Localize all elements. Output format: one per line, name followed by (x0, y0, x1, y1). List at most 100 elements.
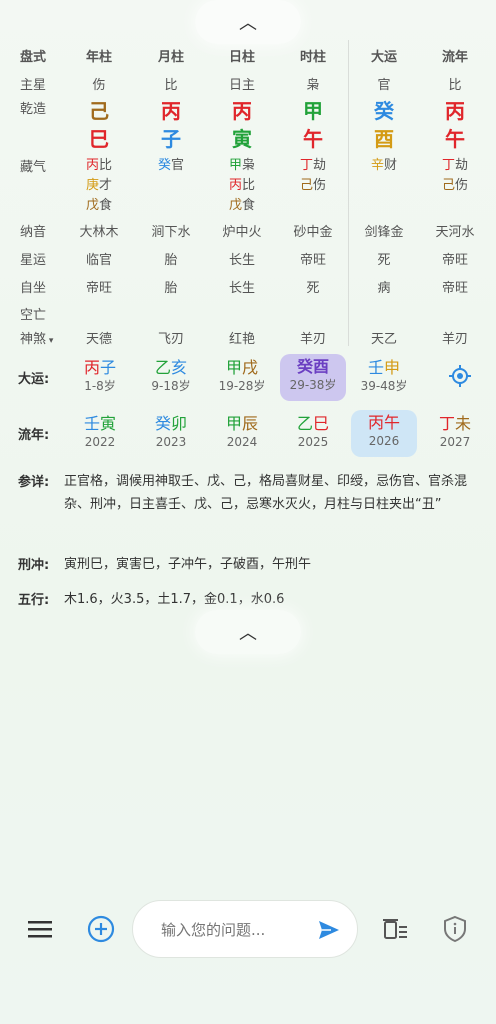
zizuo-year: 帝旺 (85, 281, 112, 296)
caret-down-icon: ▾ (46, 336, 54, 346)
header-year: 年柱 (85, 50, 112, 65)
menu-icon[interactable] (28, 918, 52, 940)
kongwang-label: 空亡 (20, 308, 47, 323)
xingyun-day: 长生 (228, 253, 255, 268)
canggan-month: 癸官 (157, 158, 185, 173)
liunian-item[interactable]: 乙巳 2025 (278, 412, 348, 458)
tiangan-dayun: 癸 (374, 99, 394, 123)
dayun-item[interactable]: 壬申 39-48岁 (349, 356, 419, 402)
canggan-year: 丙比 庚才 戊食 (85, 158, 113, 213)
dayun-item[interactable]: 丙子 1-8岁 (65, 356, 135, 402)
collapse-bottom-button[interactable]: ︿ (195, 610, 301, 654)
canggan-hour: 丁劫 己伤 (299, 158, 327, 193)
nayin-label: 纳音 (20, 225, 47, 240)
zizuo-hour: 死 (306, 281, 320, 296)
question-input[interactable] (159, 918, 313, 942)
xingyun-dayun: 死 (377, 253, 391, 268)
canggan-dayun: 辛财 (370, 158, 398, 173)
header-hour: 时柱 (299, 50, 326, 65)
canxiang-label: 参详: (18, 475, 50, 490)
header-pan: 盘式 (20, 50, 47, 65)
liunian-item[interactable]: 壬寅 2022 (65, 412, 135, 458)
collapse-top-button[interactable]: ︿ (195, 0, 301, 44)
tiangan-liunian: 丙 (445, 99, 465, 123)
dizhi-year: 巳 (89, 127, 109, 151)
liunian-item-selected[interactable]: 丙午 2026 (351, 410, 417, 457)
xingyun-hour: 帝旺 (299, 253, 326, 268)
tiangan-day: 丙 (232, 99, 252, 123)
zhuxing-dayun: 官 (377, 78, 391, 93)
shensha-month: 飞刃 (157, 332, 184, 347)
zhuxing-day: 日主 (228, 78, 255, 93)
zhuxing-hour: 枭 (306, 78, 320, 93)
header-dayun: 大运 (370, 50, 397, 65)
dayun-label: 大运: (18, 372, 50, 387)
chevron-up-icon: ︿ (239, 623, 257, 644)
nayin-row: 纳音 大林木 涧下水 炉中火 砂中金 剑锋金 天河水 (0, 221, 496, 245)
xingchong-label: 刑冲: (18, 558, 50, 573)
xingyun-label: 星运 (20, 253, 47, 268)
header-day: 日柱 (228, 50, 255, 65)
canxiang-text: 正官格，调候用神取壬、戊、己，格局喜财星、印绶，忌伤官、官杀混杂、刑冲，日主喜壬… (64, 474, 468, 512)
zizuo-label: 自坐 (20, 281, 47, 296)
liunian-label: 流年: (18, 428, 50, 443)
bottom-toolbar (0, 898, 496, 962)
shensha-day: 红艳 (228, 332, 255, 347)
nayin-liunian: 天河水 (435, 225, 475, 240)
zizuo-liunian: 帝旺 (441, 281, 468, 296)
nayin-hour: 砂中金 (293, 225, 333, 240)
xingyun-month: 胎 (164, 253, 178, 268)
locate-icon[interactable] (448, 364, 472, 388)
liunian-item[interactable]: 癸卯 2023 (136, 412, 206, 458)
liunian-item[interactable]: 甲辰 2024 (207, 412, 277, 458)
chevron-up-icon: ︿ (239, 13, 257, 34)
canggan-day: 甲枭 丙比 戊食 (228, 158, 256, 213)
shensha-toggle[interactable]: 神煞 ▾ (20, 328, 70, 347)
shensha-row: 神煞 ▾ 天德 飞刃 红艳 羊刃 天乙 羊刃 (0, 328, 496, 352)
canggan-liunian: 丁劫 己伤 (441, 158, 469, 193)
nayin-dayun: 剑锋金 (364, 225, 404, 240)
xingyun-year: 临官 (85, 253, 112, 268)
dizhi-liunian: 午 (445, 127, 465, 151)
canggan-row: 丙比 庚才 戊食 癸官 甲枭 丙比 戊食 丁劫 己伤 辛财 丁劫 己伤 (0, 156, 496, 216)
zizuo-dayun: 病 (377, 281, 391, 296)
header-liunian: 流年 (441, 50, 468, 65)
dizhi-day: 寅 (232, 127, 252, 151)
kongwang-row: 空亡 (0, 304, 496, 328)
shensha-hour: 羊刃 (299, 332, 326, 347)
header-month: 月柱 (157, 50, 184, 65)
shensha-dayun: 天乙 (370, 332, 397, 347)
clear-list-icon[interactable] (382, 916, 408, 942)
zizuo-month: 胎 (164, 281, 178, 296)
shensha-liunian: 羊刃 (441, 332, 468, 347)
tiangan-month: 丙 (161, 99, 181, 123)
dizhi-month: 子 (161, 127, 181, 151)
wuxing-label: 五行: (18, 593, 50, 608)
xingchong-text: 寅刑巳，寅害巳，子冲午，子破酉，午刑午 (64, 557, 312, 572)
wuxing-text: 木1.6，火3.5，土1.7，金0.1，水0.6 (64, 592, 285, 607)
tiangan-hour: 甲 (303, 99, 323, 123)
tiangan-year: 己 (89, 99, 109, 123)
tiangan-row: 己 丙 丙 甲 癸 丙 (0, 98, 496, 126)
dayun-item-selected[interactable]: 癸酉 29-38岁 (280, 354, 346, 401)
zhuxing-month: 比 (164, 78, 178, 93)
nayin-year: 大林木 (79, 225, 119, 240)
add-circle-icon[interactable] (87, 915, 115, 943)
dayun-item[interactable]: 甲戌 19-28岁 (207, 356, 277, 402)
xingyun-liunian: 帝旺 (441, 253, 468, 268)
zhuxing-row: 主星 伤 比 日主 枭 官 比 (0, 74, 496, 98)
dayun-item[interactable]: 乙亥 9-18岁 (136, 356, 206, 402)
send-icon[interactable] (317, 919, 341, 941)
nayin-month: 涧下水 (151, 225, 191, 240)
liunian-item[interactable]: 丁未 2027 (420, 412, 490, 458)
dizhi-hour: 午 (303, 127, 323, 151)
xingyun-row: 星运 临官 胎 长生 帝旺 死 帝旺 (0, 249, 496, 273)
dizhi-dayun: 酉 (374, 127, 394, 151)
zizuo-row: 自坐 帝旺 胎 长生 死 病 帝旺 (0, 277, 496, 301)
question-input-container[interactable] (132, 900, 358, 958)
dizhi-row: 巳 子 寅 午 酉 午 (0, 126, 496, 154)
shield-info-icon[interactable] (442, 915, 468, 943)
nayin-day: 炉中火 (222, 225, 262, 240)
zhuxing-label: 主星 (20, 78, 47, 93)
zhuxing-year: 伤 (92, 78, 106, 93)
